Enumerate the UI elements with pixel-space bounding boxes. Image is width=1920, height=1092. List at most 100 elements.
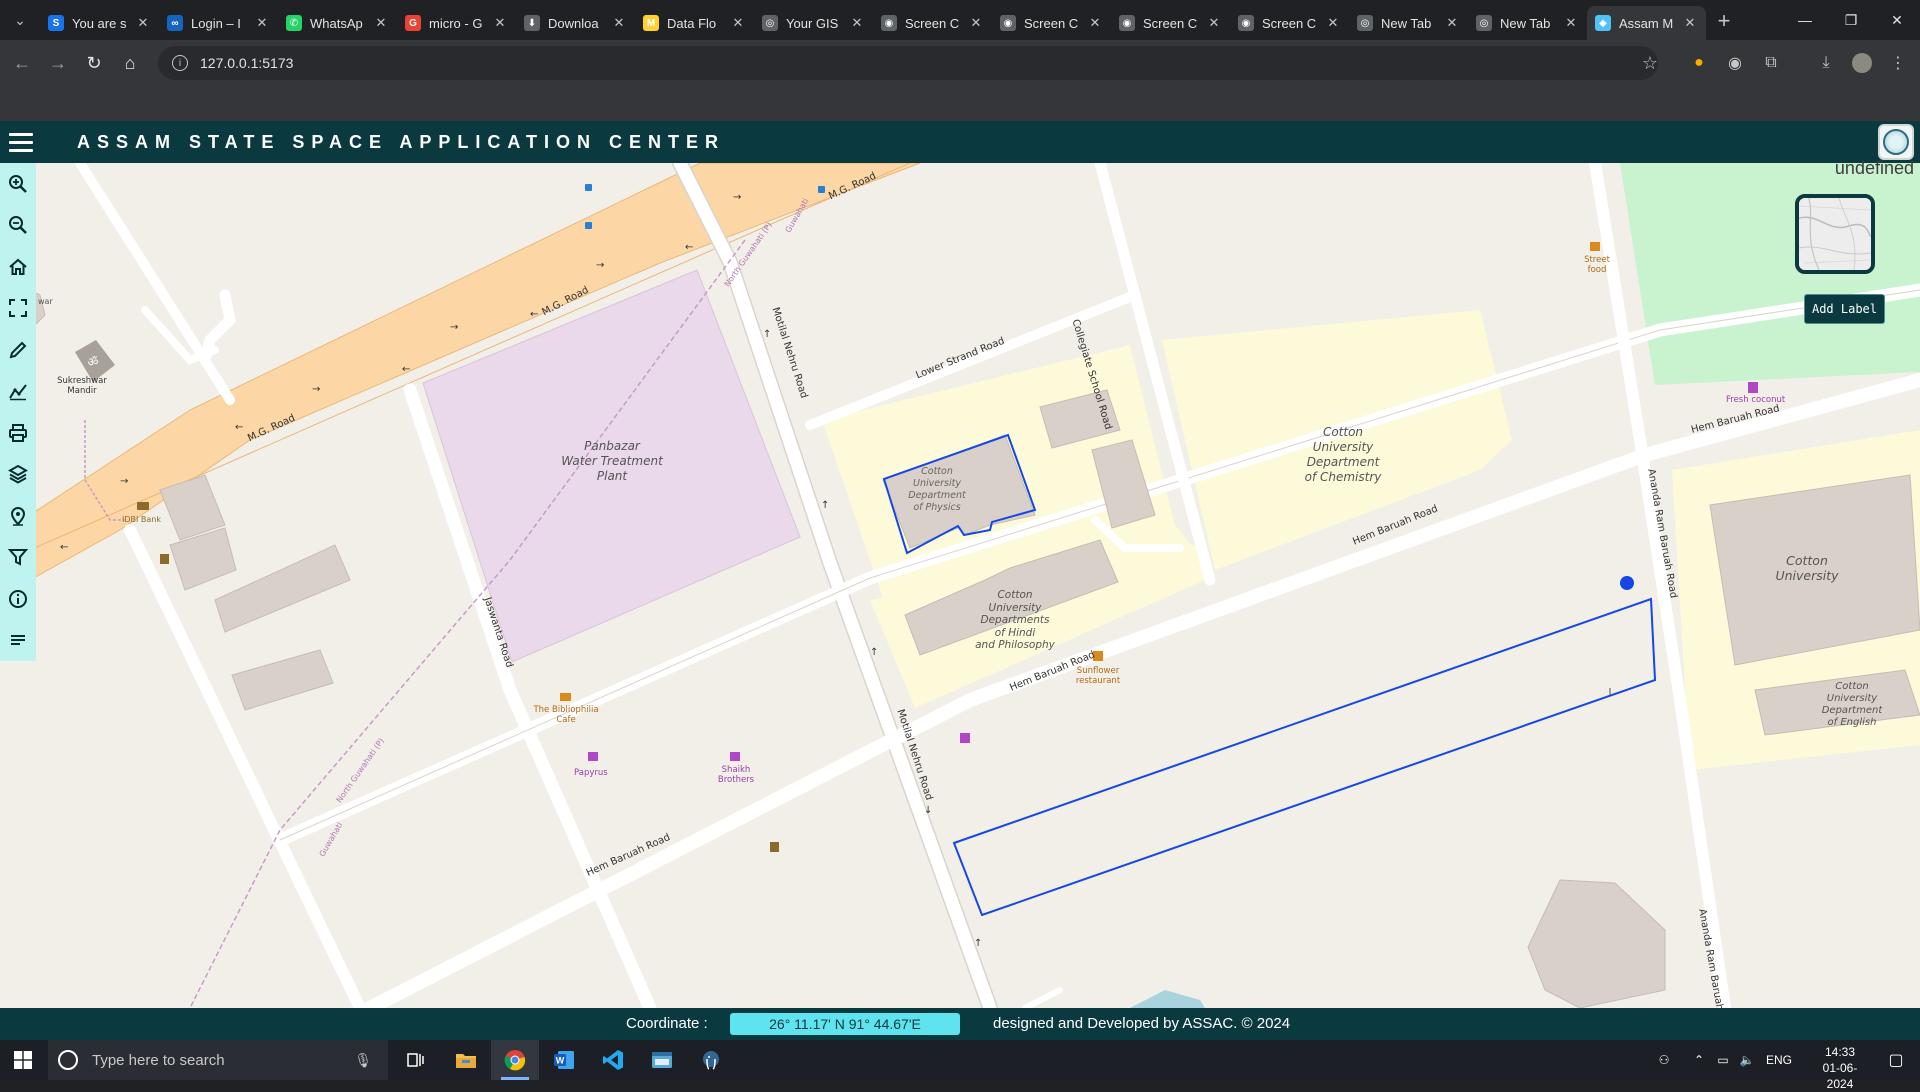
- file-explorer-icon[interactable]: [442, 1040, 490, 1080]
- browser-tab[interactable]: Gmicro - G ✕: [397, 6, 516, 40]
- draw-pencil-icon[interactable]: [0, 329, 36, 371]
- browser-tab[interactable]: ◉ Screen C ✕: [1230, 6, 1349, 40]
- downloads-icon[interactable]: ⤓: [1808, 45, 1844, 81]
- forward-icon[interactable]: →: [40, 45, 76, 81]
- language-indicator[interactable]: ENG: [1762, 1040, 1796, 1080]
- browser-menu-icon[interactable]: ⋮: [1880, 45, 1916, 81]
- fullscreen-icon[interactable]: [0, 288, 36, 330]
- globe-icon: ◎: [1476, 15, 1492, 31]
- hamburger-menu-icon[interactable]: [0, 121, 40, 163]
- svg-text:→: →: [312, 384, 320, 395]
- browser-tab[interactable]: ∞ Login – I ✕: [159, 6, 278, 40]
- new-tab-button[interactable]: +: [1706, 3, 1742, 39]
- chrome-taskbar-icon[interactable]: [491, 1040, 539, 1080]
- close-window-icon[interactable]: ✕: [1874, 0, 1920, 40]
- tab-close-icon[interactable]: ✕: [1563, 15, 1579, 31]
- browser-tab[interactable]: ◎ New Tab ✕: [1349, 6, 1468, 40]
- tab-title: You are s: [72, 15, 127, 31]
- tab-title: Screen C: [1024, 15, 1079, 31]
- assac-logo: [1878, 124, 1914, 160]
- people-icon[interactable]: ⚇: [1652, 1040, 1676, 1080]
- word-icon[interactable]: W: [540, 1040, 588, 1080]
- info-icon[interactable]: [0, 578, 36, 620]
- tab-close-icon[interactable]: ✕: [1087, 15, 1103, 31]
- browser-tab[interactable]: ✆ WhatsAp ✕: [278, 6, 397, 40]
- tab-close-icon[interactable]: ✕: [1682, 15, 1698, 31]
- layers-icon[interactable]: [0, 454, 36, 496]
- tab-close-icon[interactable]: ✕: [1325, 15, 1341, 31]
- extensions-puzzle-icon[interactable]: ⧉: [1753, 45, 1789, 81]
- tab-close-icon[interactable]: ✕: [730, 15, 746, 31]
- tab-close-icon[interactable]: ✕: [254, 15, 270, 31]
- filter-icon[interactable]: [0, 537, 36, 579]
- svg-text:←: ←: [402, 364, 410, 375]
- browser-tab[interactable]: ◉ Screen C ✕: [1111, 6, 1230, 40]
- tab-close-icon[interactable]: ✕: [492, 15, 508, 31]
- browser-tab[interactable]: ⬇ Downloa ✕: [516, 6, 635, 40]
- browser-tab[interactable]: M Data Flo ✕: [635, 6, 754, 40]
- postgres-elephant-icon[interactable]: [687, 1040, 735, 1080]
- svg-text:→: →: [733, 192, 741, 203]
- map-canvas[interactable]: ॐ → ← ← → ← → ← → ← → ↑ ↑ ↑ ↓ ↑ M.G. Road M.G. Road…: [0, 163, 1920, 1008]
- volume-icon[interactable]: 🔈: [1736, 1040, 1758, 1080]
- microphone-icon[interactable]: 🎙: [354, 1052, 372, 1069]
- tab-close-icon[interactable]: ✕: [1206, 15, 1222, 31]
- bookmark-star-icon[interactable]: ☆: [1632, 45, 1668, 81]
- system-clock[interactable]: 14:33 01-06-2024: [1810, 1044, 1870, 1092]
- infinity-icon: ∞: [167, 15, 183, 31]
- s-icon: S: [48, 15, 64, 31]
- bus-stop-icon: [585, 184, 592, 191]
- svg-text:←: ←: [685, 242, 693, 253]
- task-view-icon[interactable]: [392, 1040, 440, 1080]
- address-bar[interactable]: i 127.0.0.1:5173: [158, 46, 1658, 80]
- location-pin-icon[interactable]: [0, 495, 36, 537]
- browser-tab[interactable]: ◆ Assam M ✕: [1587, 6, 1706, 40]
- drawn-polygon-plot[interactable]: [952, 597, 1657, 917]
- browser-tab[interactable]: ◉ Screen C ✕: [992, 6, 1111, 40]
- tab-search-chevron-icon[interactable]: ⌄: [0, 0, 40, 40]
- tray-chevron-icon[interactable]: ⌃: [1688, 1040, 1710, 1080]
- print-icon[interactable]: [0, 412, 36, 454]
- bank-icon: [137, 502, 149, 510]
- drawn-point-marker[interactable]: [1620, 576, 1634, 590]
- vscode-icon[interactable]: [589, 1040, 637, 1080]
- zoom-in-icon[interactable]: [0, 163, 36, 205]
- browser-tab[interactable]: ◉ Screen C ✕: [873, 6, 992, 40]
- cookie-extension-icon[interactable]: ●: [1681, 45, 1717, 81]
- back-icon[interactable]: ←: [4, 45, 40, 81]
- restore-icon[interactable]: ❐: [1828, 0, 1874, 40]
- basemap-switcher-thumbnail[interactable]: [1795, 194, 1875, 274]
- app-window-icon[interactable]: [638, 1040, 686, 1080]
- notification-icon[interactable]: ▢: [1876, 1040, 1916, 1080]
- tab-close-icon[interactable]: ✕: [611, 15, 627, 31]
- map-svg[interactable]: ॐ → ← ← → ← → ← → ← → ↑ ↑ ↑ ↓ ↑: [0, 163, 1920, 1008]
- profile-avatar[interactable]: [1844, 45, 1880, 81]
- minimize-icon[interactable]: —: [1782, 0, 1828, 40]
- windows-taskbar: Type here to search 🎙 W ⚇ ⌃ ▭ 🔈 ENG 14:3…: [0, 1040, 1920, 1091]
- tab-close-icon[interactable]: ✕: [373, 15, 389, 31]
- zoom-out-icon[interactable]: [0, 205, 36, 247]
- tab-close-icon[interactable]: ✕: [968, 15, 984, 31]
- browser-tab[interactable]: ◎ New Tab ✕: [1468, 6, 1587, 40]
- browser-bar-gap: [0, 86, 1920, 121]
- taskbar-search-box[interactable]: Type here to search 🎙: [48, 1040, 388, 1080]
- home-icon[interactable]: [0, 246, 36, 288]
- add-label-button[interactable]: Add Label: [1804, 294, 1885, 324]
- site-info-icon[interactable]: i: [172, 55, 188, 71]
- home-browser-icon[interactable]: ⌂: [112, 45, 148, 81]
- tab-close-icon[interactable]: ✕: [135, 15, 151, 31]
- svg-text:←: ←: [530, 309, 538, 320]
- svg-text:↓: ↓: [924, 805, 932, 816]
- camera-extension-icon[interactable]: ◉: [1717, 45, 1753, 81]
- tab-title: Screen C: [1143, 15, 1198, 31]
- browser-tab[interactable]: ◎ Your GIS ✕: [754, 6, 873, 40]
- google-icon: G: [405, 15, 421, 31]
- windows-start-icon[interactable]: [0, 1040, 46, 1080]
- reload-icon[interactable]: ↻: [76, 45, 112, 81]
- legend-icon[interactable]: [0, 620, 36, 662]
- measure-icon[interactable]: [0, 371, 36, 413]
- browser-tab[interactable]: S You are s ✕: [40, 6, 159, 40]
- network-icon[interactable]: ▭: [1712, 1040, 1734, 1080]
- tab-close-icon[interactable]: ✕: [1444, 15, 1460, 31]
- tab-close-icon[interactable]: ✕: [849, 15, 865, 31]
